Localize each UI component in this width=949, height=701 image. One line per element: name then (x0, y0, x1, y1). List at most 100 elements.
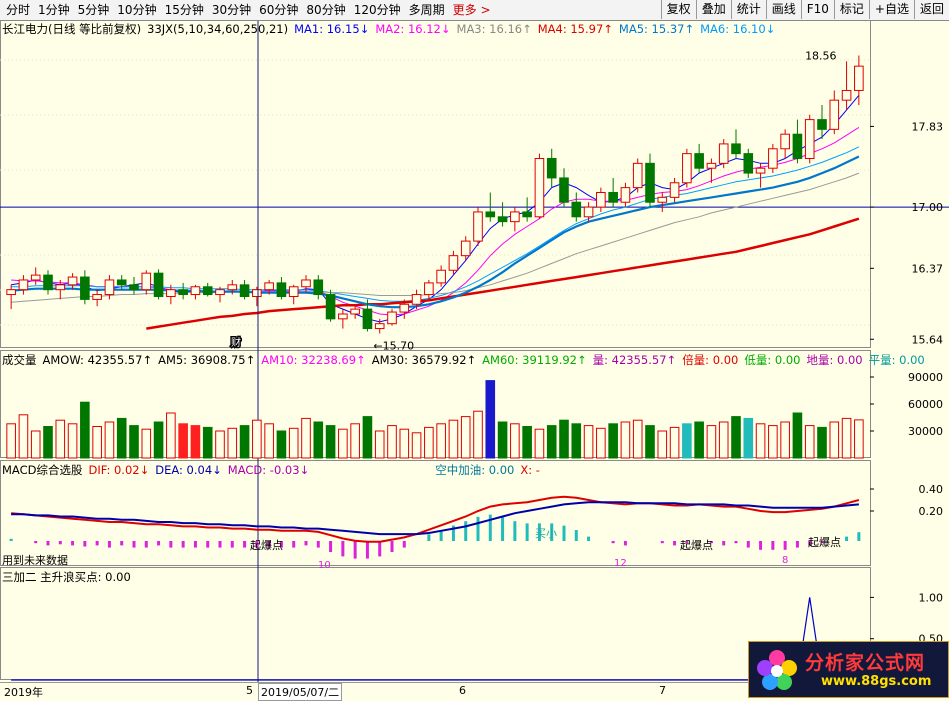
volume-bar (632, 419, 643, 459)
period-tab-30min[interactable]: 30分钟 (208, 2, 255, 18)
volume-bar (6, 423, 16, 459)
volume-bar (669, 426, 680, 459)
site-logo: 分析家公式网 www.88gs.com (748, 641, 949, 698)
main-y-tick: 17.83 (912, 120, 944, 133)
candle-body (460, 240, 471, 257)
ma-line-ma4 (11, 172, 860, 303)
candle-body (153, 272, 164, 297)
candle-body (424, 282, 434, 296)
volume-bar (301, 417, 311, 459)
volume-bar (424, 426, 434, 459)
candle-body (190, 286, 201, 296)
candle-body (6, 289, 16, 296)
candle-body (743, 153, 754, 174)
draw-line-button[interactable]: 画线 (765, 0, 801, 19)
candle-body (485, 211, 496, 218)
more-button[interactable]: 更多 > (449, 2, 495, 18)
candle-body (67, 276, 78, 286)
count-label-12: 12 (614, 558, 627, 569)
candle-body (104, 279, 115, 296)
main-y-tick: 17.00 (912, 201, 944, 214)
bei-value: 倍量: 0.00 (682, 353, 739, 367)
qibao-label-3: 起爆点 (808, 535, 841, 549)
candle-body (583, 206, 594, 218)
period-tab-5min[interactable]: 5分钟 (74, 2, 114, 18)
candle-body (55, 284, 66, 291)
candle-body (706, 162, 717, 169)
candle-body (817, 119, 827, 130)
candle-body (559, 177, 569, 203)
volume-bar (583, 425, 594, 459)
macd-y-tick: 0.20 (919, 505, 944, 518)
vol-y-tick: 30000 (908, 425, 943, 438)
period-tab-multi[interactable]: 多周期 (405, 2, 449, 18)
volume-bar (252, 419, 262, 459)
candle-body (387, 311, 397, 325)
volume-bar (620, 421, 631, 459)
period-tab-80min[interactable]: 80分钟 (302, 2, 349, 18)
sub-signal-line (11, 597, 859, 681)
volume-bar (448, 419, 459, 459)
chart-canvas: 15.64 16.37 17.00 17.83 18.56 ←15.70 财 30000 600… (0, 19, 949, 682)
f10-button[interactable]: F10 (800, 0, 834, 19)
volume-bar (485, 380, 496, 459)
candle-body (288, 286, 299, 297)
date-label-m5: 5 (246, 684, 253, 697)
ma2-value: MA2: 16.12↓ (375, 22, 451, 36)
volume-bar (706, 425, 717, 459)
main-legend: 长江电力(日线 等比前复权) 33JX(5,10,34,60,250,21) M… (0, 21, 775, 37)
candle-body (116, 279, 127, 286)
period-tab-fenshi[interactable]: 分时 (2, 2, 34, 18)
sub-legend: 三加二 主升浪买点: 0.00 (0, 569, 131, 585)
tool-buttons: 复权 叠加 统计 画线 F10 标记 +自选 返回 (660, 0, 949, 20)
overlay-button[interactable]: 叠加 (695, 0, 731, 19)
candle-body (92, 294, 102, 300)
candle-body (374, 323, 385, 330)
volume-bar (755, 423, 766, 459)
panel-frame-sub (0, 567, 871, 680)
restore-rights-button[interactable]: 复权 (660, 0, 696, 19)
volume-bar (718, 421, 729, 459)
volume-bar (313, 421, 324, 459)
main-indicator: 33JX(5,10,34,60,250,21) (147, 22, 289, 36)
candle-body (166, 289, 176, 297)
qibao-label-1: 起爆点 (250, 538, 283, 552)
candle-body (362, 308, 373, 330)
candle-body (399, 303, 410, 313)
stats-button[interactable]: 统计 (730, 0, 766, 19)
period-tab-1min[interactable]: 1分钟 (34, 2, 74, 18)
add-watchlist-button[interactable]: +自选 (868, 0, 914, 19)
air-refuel-value: 空中加油: 0.00 (435, 463, 515, 477)
period-tab-10min[interactable]: 10分钟 (113, 2, 160, 18)
date-axis: 2019年 5 2019/05/07/二 6 7 (0, 682, 748, 701)
volume-bar (338, 428, 348, 459)
candle-body (497, 216, 508, 223)
candle-body (546, 157, 557, 179)
candle-body (510, 211, 520, 223)
candle-body (596, 192, 606, 208)
volume-bar (215, 430, 225, 459)
candle-body (768, 148, 778, 169)
ma1-value: MA1: 16.15↓ (294, 22, 370, 36)
period-tab-120min[interactable]: 120分钟 (350, 2, 405, 18)
macd-legend: MACD综合选股 DIF: 0.02↓ DEA: 0.04↓ MACD: -0.… (0, 462, 540, 478)
period-tabs: 分时 1分钟 5分钟 10分钟 15分钟 30分钟 60分钟 80分钟 120分… (2, 2, 495, 18)
period-tab-15min[interactable]: 15分钟 (161, 2, 208, 18)
candle-body (534, 157, 545, 218)
candle-body (804, 119, 815, 159)
date-label-m7: 7 (659, 684, 666, 697)
volume-bar (30, 430, 41, 459)
candle-body (682, 153, 692, 184)
volume-bar (227, 427, 238, 459)
candle-body (43, 274, 53, 291)
candle-body (694, 153, 704, 169)
mark-button[interactable]: 标记 (833, 0, 869, 19)
volume-bar (841, 417, 852, 459)
volume-bar (153, 421, 164, 459)
volume-bar (546, 425, 557, 459)
back-button[interactable]: 返回 (913, 0, 949, 19)
count-label-10: 10 (318, 560, 331, 571)
volume-bar (387, 425, 397, 459)
period-tab-60min[interactable]: 60分钟 (255, 2, 302, 18)
candle-body (264, 282, 274, 291)
